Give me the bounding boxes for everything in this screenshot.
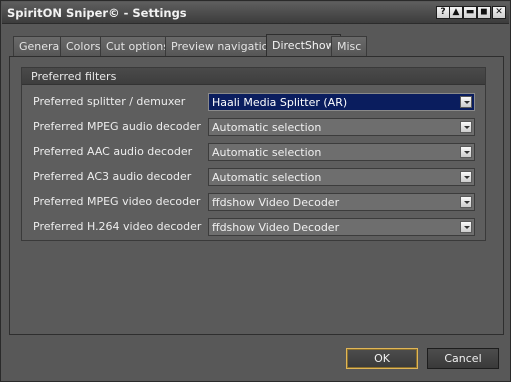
chevron-down-icon[interactable] xyxy=(460,171,472,183)
mpeg-audio-label: Preferred MPEG audio decoder xyxy=(33,120,201,133)
window-title: SpiritON Sniper© - Settings xyxy=(7,6,187,20)
settings-window: SpiritON Sniper© - Settings ? ▲ ▬ ◼ ✕ Ge… xyxy=(0,0,511,382)
title-bar[interactable]: SpiritON Sniper© - Settings ? ▲ ▬ ◼ ✕ xyxy=(2,2,509,24)
directshow-panel: Preferred filters Preferred splitter / d… xyxy=(9,56,504,335)
h264-video-label: Preferred H.264 video decoder xyxy=(33,220,202,233)
group-title: Preferred filters xyxy=(31,70,117,83)
ac3-audio-select[interactable]: Automatic selection xyxy=(208,168,475,186)
chevron-down-icon[interactable] xyxy=(460,146,472,158)
maximize-icon[interactable]: ◼ xyxy=(477,6,491,19)
chevron-down-icon[interactable] xyxy=(460,196,472,208)
mpeg-video-label: Preferred MPEG video decoder xyxy=(33,195,201,208)
mpeg-video-select[interactable]: ffdshow Video Decoder xyxy=(208,193,475,211)
tab-misc[interactable]: Misc xyxy=(331,36,368,56)
splitter-label: Preferred splitter / demuxer xyxy=(33,95,186,108)
h264-video-select[interactable]: ffdshow Video Decoder xyxy=(208,218,475,236)
chevron-down-icon[interactable] xyxy=(460,96,472,108)
ac3-audio-value: Automatic selection xyxy=(212,171,322,184)
chevron-down-icon[interactable] xyxy=(460,221,472,233)
help-icon[interactable]: ? xyxy=(436,6,450,19)
aac-audio-label: Preferred AAC audio decoder xyxy=(33,145,193,158)
tab-preview-navigation[interactable]: Preview navigation xyxy=(165,36,282,56)
ac3-audio-label: Preferred AC3 audio decoder xyxy=(33,170,192,183)
close-icon[interactable]: ✕ xyxy=(492,6,506,19)
minimize-icon[interactable]: ▬ xyxy=(463,6,477,19)
splitter-select[interactable]: Haali Media Splitter (AR) xyxy=(208,93,475,111)
aac-audio-select[interactable]: Automatic selection xyxy=(208,143,475,161)
splitter-value: Haali Media Splitter (AR) xyxy=(212,96,348,109)
tab-cut-options[interactable]: Cut options xyxy=(100,36,175,56)
cancel-button[interactable]: Cancel xyxy=(427,348,499,369)
preferred-filters-group: Preferred filters Preferred splitter / d… xyxy=(21,67,486,241)
aac-audio-value: Automatic selection xyxy=(212,146,322,159)
tab-directshow[interactable]: DirectShow xyxy=(266,34,341,57)
ok-button[interactable]: OK xyxy=(346,348,418,369)
chevron-down-icon[interactable] xyxy=(460,121,472,133)
mpeg-audio-value: Automatic selection xyxy=(212,121,322,134)
group-header: Preferred filters xyxy=(22,68,485,85)
mpeg-video-value: ffdshow Video Decoder xyxy=(212,196,340,209)
mpeg-audio-select[interactable]: Automatic selection xyxy=(208,118,475,136)
h264-video-value: ffdshow Video Decoder xyxy=(212,221,340,234)
rollup-icon[interactable]: ▲ xyxy=(449,6,463,19)
